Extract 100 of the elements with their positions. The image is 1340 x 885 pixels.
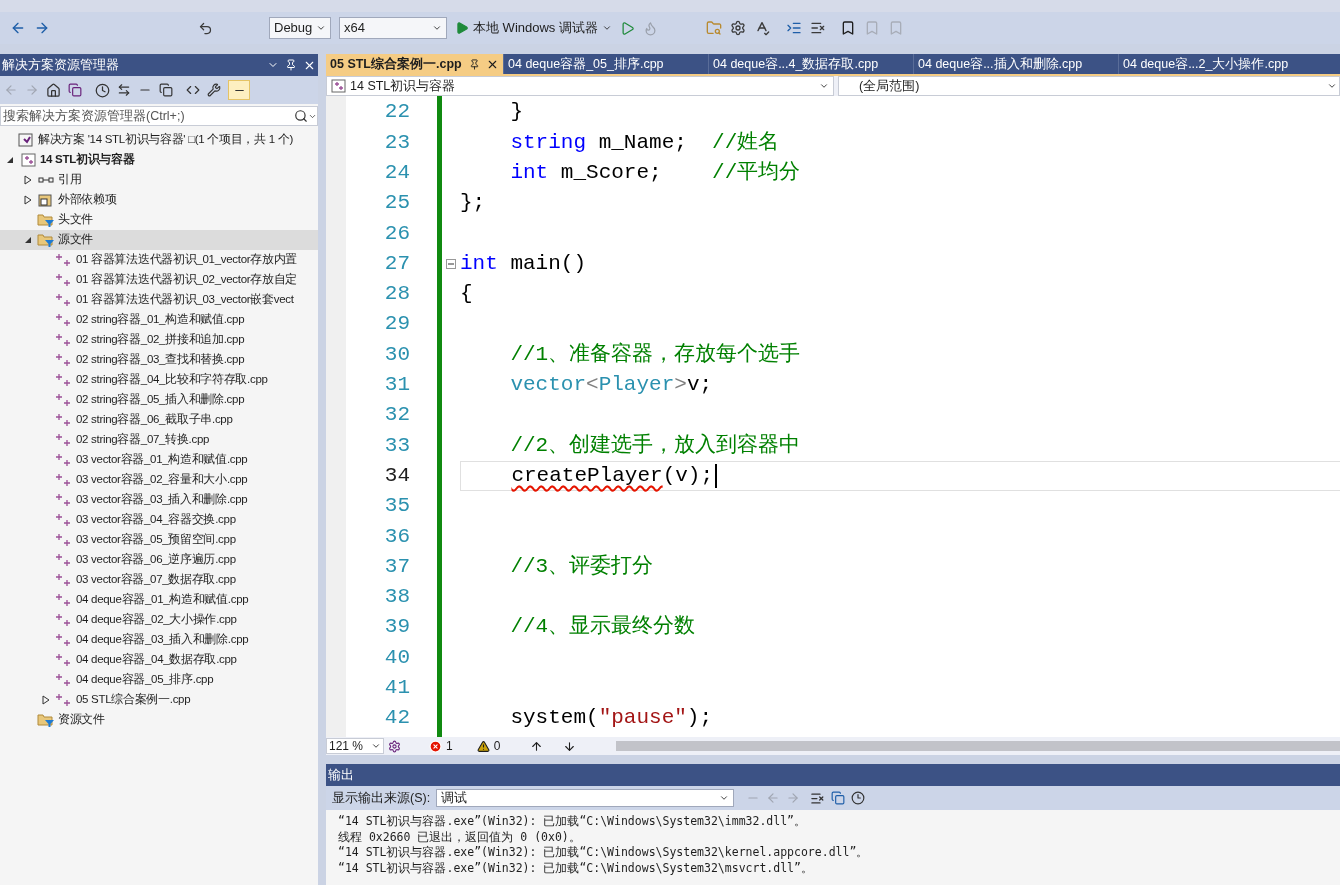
- tree-item[interactable]: 01 容器算法迭代器初识_03_vector嵌套vect: [0, 290, 318, 310]
- pin-icon[interactable]: [469, 58, 480, 70]
- cpp-file-icon: [55, 533, 73, 547]
- text-cursor: [715, 463, 718, 488]
- filter-folder-icon: [37, 232, 55, 248]
- file-tab[interactable]: 05 STL综合案例一.cpp: [326, 54, 503, 74]
- code-line: int main(): [460, 250, 587, 277]
- project-scope-dropdown[interactable]: 14 STL初识与容器: [326, 76, 834, 96]
- expanded-arrow-icon[interactable]: [24, 236, 32, 244]
- start-debugging-button[interactable]: 本地 Windows 调试器: [455, 18, 612, 38]
- sync-icon[interactable]: [117, 83, 131, 97]
- tree-item[interactable]: 14 STL初识与容器: [0, 150, 318, 170]
- cpp-file-icon: [55, 653, 73, 667]
- expanded-arrow-icon[interactable]: [6, 156, 14, 164]
- line-number: 36: [383, 523, 410, 550]
- zoom-dropdown[interactable]: 121 %: [326, 738, 384, 754]
- tree-item[interactable]: 02 string容器_01_构造和赋值.cpp: [0, 310, 318, 330]
- tree-item[interactable]: 02 string容器_04_比较和字符存取.cpp: [0, 370, 318, 390]
- cpp-file-icon: [55, 473, 73, 487]
- tree-item[interactable]: 02 string容器_07_转换.cpp: [0, 430, 318, 450]
- output-line: 线程 0x2660 已退出，返回值为 0 (0x0)。: [338, 829, 582, 845]
- tree-item[interactable]: 03 vector容器_02_容量和大小.cpp: [0, 470, 318, 490]
- caret-icon: [432, 23, 442, 33]
- cpp-file-icon: [55, 453, 73, 467]
- line-number: 38: [383, 584, 410, 611]
- warning-count[interactable]: 0: [493, 737, 501, 755]
- preview-toggle-icon[interactable]: [228, 80, 250, 100]
- search-field[interactable]: 搜索解决方案资源管理器(Ctrl+;): [0, 106, 318, 126]
- collapse-icon[interactable]: [446, 258, 456, 269]
- line-number: 27: [383, 250, 410, 277]
- line-number: 32: [383, 402, 410, 429]
- output-line: “14 STL初识与容器.exe”(Win32): 已加载“C:\Windows\System32\kernel.appcore.dll”。: [338, 845, 870, 861]
- horizontal-scrollbar[interactable]: [616, 741, 1340, 751]
- tree-item[interactable]: 01 容器算法迭代器初识_02_vector存放自定: [0, 270, 318, 290]
- tree-item[interactable]: 源文件: [0, 230, 318, 250]
- panel-title: 解决方案资源管理器: [2, 56, 119, 74]
- tree-item[interactable]: 04 deque容器_05_排序.cpp: [0, 670, 318, 690]
- tree-item[interactable]: 03 vector容器_07_数据存取.cpp: [0, 570, 318, 590]
- cpp-file-icon: [55, 613, 73, 627]
- start-without-debugging-icon[interactable]: [619, 20, 635, 36]
- cpp-file-icon: [55, 493, 73, 507]
- undo-icon[interactable]: [198, 20, 213, 36]
- cpp-file-icon: [55, 333, 73, 347]
- tree-item[interactable]: 03 vector容器_05_预留空间.cpp: [0, 530, 318, 550]
- tree-item[interactable]: 03 vector容器_06_逆序遍历.cpp: [0, 550, 318, 570]
- line-number: 28: [383, 281, 410, 308]
- cpp-file-icon: [55, 253, 73, 267]
- tree-item[interactable]: 02 string容器_05_插入和删除.cpp: [0, 390, 318, 410]
- cpp-file-icon: [55, 593, 73, 607]
- cpp-file-icon: [55, 273, 73, 287]
- tree-item[interactable]: 04 deque容器_02_大小操作.cpp: [0, 610, 318, 630]
- tree-item[interactable]: 02 string容器_06_截取子串.cpp: [0, 410, 318, 430]
- tree-item[interactable]: 04 deque容器_04_数据存取.cpp: [0, 650, 318, 670]
- line-number: 31: [383, 372, 410, 399]
- configuration-dropdown[interactable]: Debug: [269, 17, 331, 39]
- warning-icon: [476, 739, 490, 753]
- pin-icon[interactable]: [285, 59, 297, 71]
- code-line: //3、评委打分: [510, 553, 654, 580]
- up-arrow-icon[interactable]: [530, 739, 544, 753]
- tree-item[interactable]: 资源文件: [0, 710, 318, 730]
- play-icon: [455, 21, 469, 35]
- tree-item[interactable]: 03 vector容器_01_构造和赋值.cpp: [0, 450, 318, 470]
- filter-folder-icon: [37, 212, 55, 228]
- cpp-file-icon: [55, 353, 73, 367]
- error-count[interactable]: 1: [446, 737, 453, 755]
- tree-item[interactable]: 02 string容器_03_查找和替换.cpp: [0, 350, 318, 370]
- line-number: 30: [383, 341, 410, 368]
- cpp-file-icon: [55, 413, 73, 427]
- platform-dropdown[interactable]: x64: [339, 17, 447, 39]
- tree-item[interactable]: 01 容器算法迭代器初识_01_vector存放内置: [0, 250, 318, 270]
- clock-icon[interactable]: [851, 791, 866, 805]
- tree-item[interactable]: 03 vector容器_04_容器交换.cpp: [0, 510, 318, 530]
- output-source-dropdown[interactable]: 调试: [436, 789, 735, 807]
- member-scope-dropdown[interactable]: (全局范围): [838, 76, 1340, 96]
- code-line: //1、准备容器，存放每个选手: [510, 341, 801, 368]
- clear-all-icon[interactable]: [810, 790, 826, 806]
- forward-icon[interactable]: [34, 20, 50, 36]
- tree-item[interactable]: 04 deque容器_03_插入和删除.cpp: [0, 630, 318, 650]
- tree-item[interactable]: 解决方案 '14 STL初识与容器' □(1 个项目，共 1 个): [0, 130, 318, 150]
- code-icon[interactable]: [186, 83, 200, 97]
- code-line: createPlayer(v);: [511, 462, 714, 489]
- tree-item[interactable]: 03 vector容器_03_插入和删除.cpp: [0, 490, 318, 510]
- tree-item[interactable]: 外部依赖项: [0, 190, 318, 210]
- tree-item[interactable]: 头文件: [0, 210, 318, 230]
- panel-title: 输出: [328, 766, 354, 784]
- indent-icon[interactable]: [785, 20, 802, 36]
- collapsed-arrow-icon[interactable]: [42, 695, 50, 705]
- home-icon[interactable]: [46, 82, 61, 98]
- tree-item[interactable]: 引用: [0, 170, 318, 190]
- tree-item[interactable]: 05 STL综合案例一.cpp: [0, 690, 318, 710]
- tree-item[interactable]: 04 deque容器_01_构造和赋值.cpp: [0, 590, 318, 610]
- code-line: //2、创建选手，放入到容器中: [510, 432, 801, 459]
- tree-item[interactable]: 02 string容器_02_拼接和追加.cpp: [0, 330, 318, 350]
- switch-views-icon[interactable]: [68, 83, 82, 97]
- project-icon: [331, 79, 346, 93]
- cpp-file-icon: [55, 513, 73, 527]
- down-arrow-icon[interactable]: [563, 739, 577, 753]
- properties-icon[interactable]: [207, 83, 221, 97]
- back-icon[interactable]: [10, 20, 26, 36]
- pending-changes-icon[interactable]: [95, 82, 110, 98]
